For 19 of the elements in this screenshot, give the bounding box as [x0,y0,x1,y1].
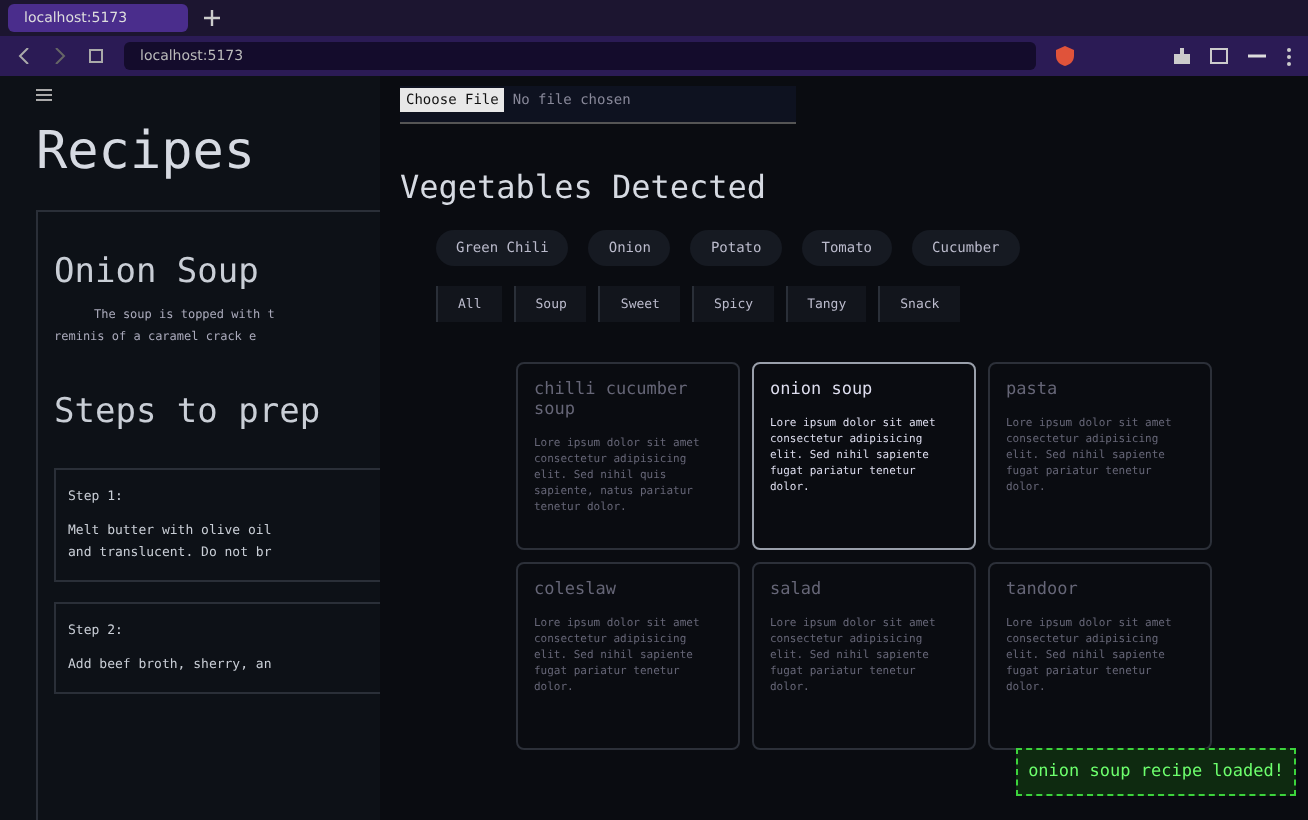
new-tab-icon[interactable] [203,10,220,26]
toast-message: onion soup recipe loaded! [1016,748,1296,796]
card-title: pasta [1006,380,1060,400]
page-title: Recipes [36,122,258,182]
section-heading: Steps to prep [54,392,323,432]
card-title: tandoor [1006,580,1080,600]
forward-icon[interactable] [52,48,68,64]
back-icon[interactable] [16,48,32,64]
card-title: onion soup [770,380,875,400]
shield-icon[interactable] [1056,46,1074,66]
card-title: chilli cucumber soup [534,380,690,420]
recipe-title: Onion Soup [54,252,261,292]
menu-icon[interactable] [1286,47,1292,65]
menu-icon[interactable] [36,88,52,102]
card-title: salad [770,580,824,600]
section-heading: Vegetables Detected [400,168,769,206]
sidebar-icon[interactable] [1210,48,1228,64]
reload-icon[interactable] [88,48,104,64]
card-title: coleslaw [534,580,618,600]
